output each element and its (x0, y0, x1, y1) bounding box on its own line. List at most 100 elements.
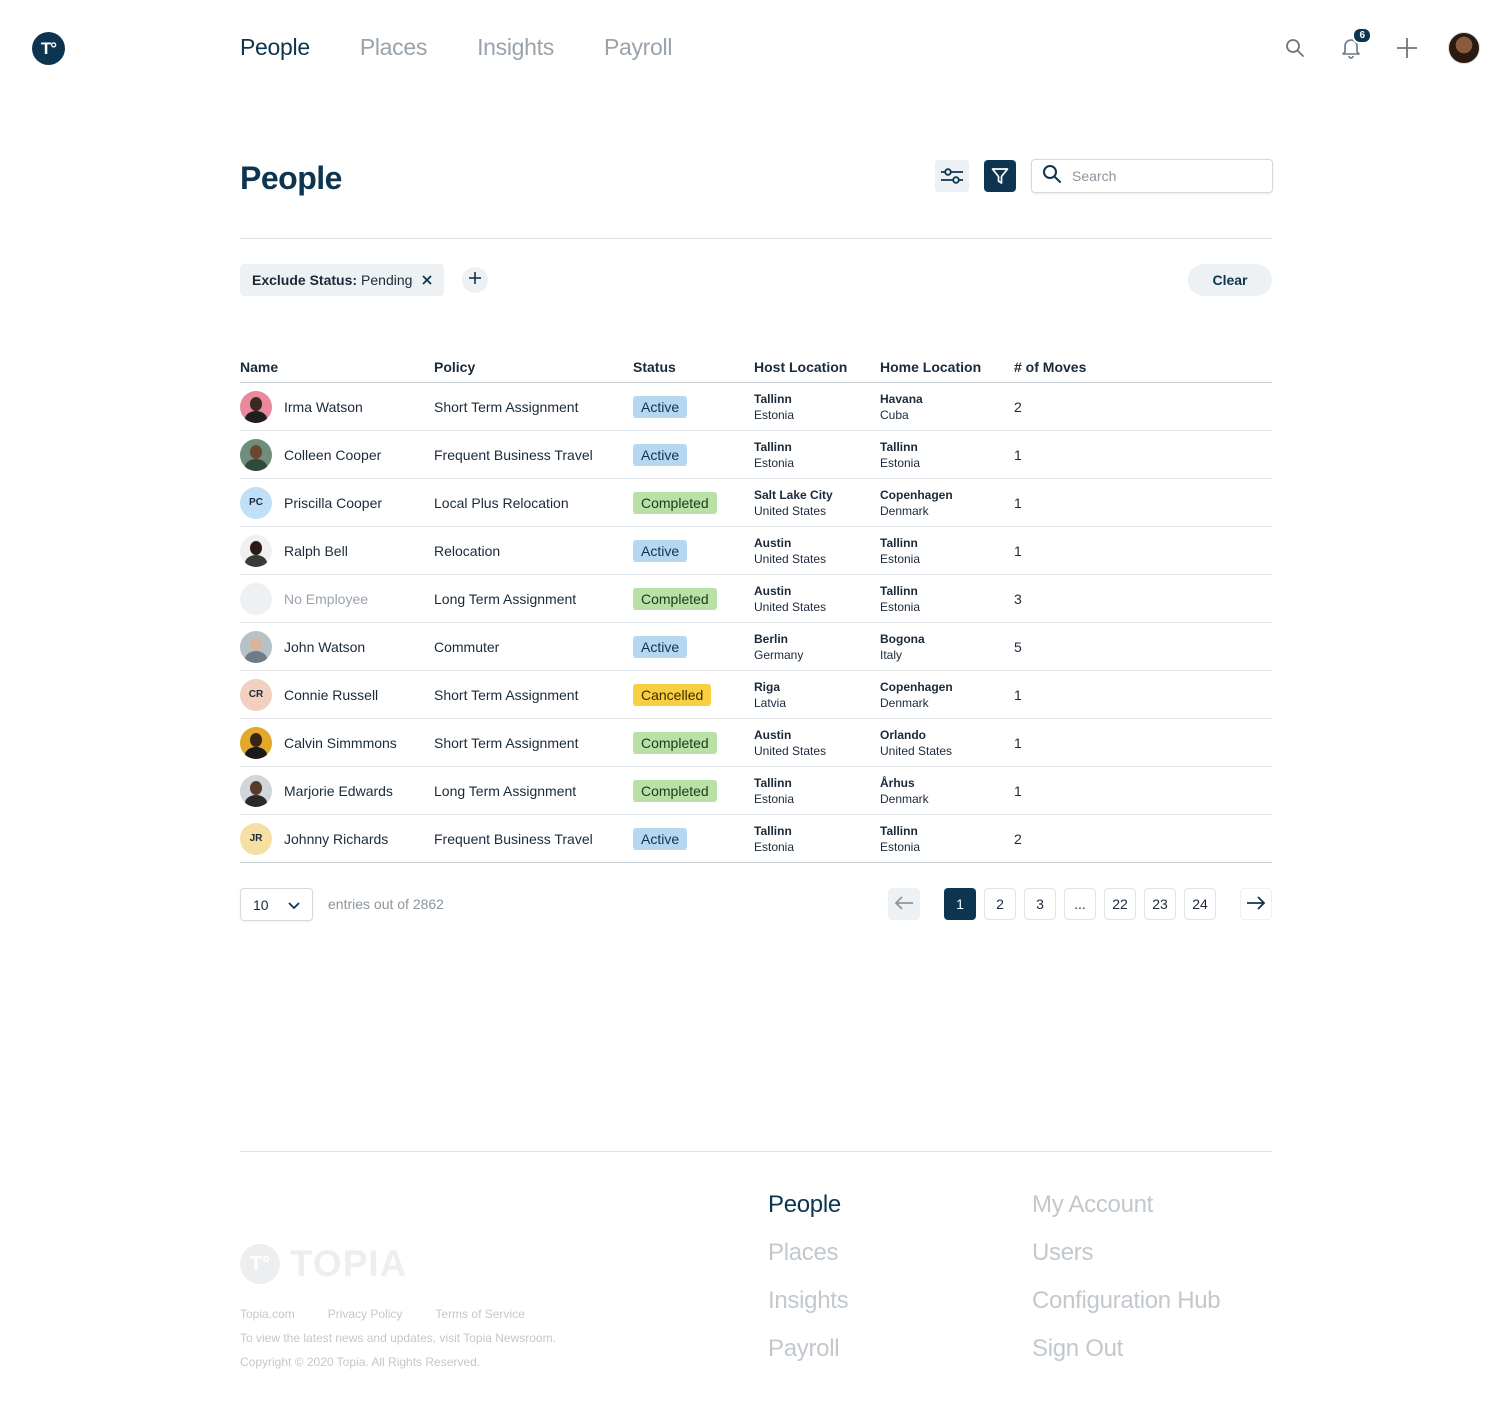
status-badge: Active (633, 395, 688, 418)
footer-link-topia[interactable]: Topia.com (240, 1307, 295, 1321)
chip-value: Pending (361, 272, 413, 288)
table-row[interactable]: CR Connie Russell Short Term Assignment … (240, 671, 1272, 719)
cell-name: Irma Watson (240, 390, 434, 423)
filter-chip[interactable]: Exclude Status: Pending (240, 264, 445, 296)
status-badge: Completed (633, 731, 717, 754)
status-badge: Active (633, 539, 688, 562)
table-row[interactable]: John Watson Commuter Active Berlin Germa… (240, 623, 1272, 671)
footer-link-privacy[interactable]: Privacy Policy (328, 1307, 403, 1321)
person-name[interactable]: John Watson (284, 639, 365, 655)
page-title: People (240, 160, 342, 196)
footer-nav-places[interactable]: Places (768, 1238, 848, 1268)
logo-icon[interactable]: T° (32, 32, 65, 65)
person-name[interactable]: Irma Watson (284, 399, 363, 415)
table-row[interactable]: Irma Watson Short Term Assignment Active… (240, 383, 1272, 431)
page-button[interactable]: 24 (1184, 888, 1216, 920)
home-city: Tallinn (880, 439, 918, 454)
table-row[interactable]: JR Johnny Richards Frequent Business Tra… (240, 815, 1272, 863)
cell-host-location: Tallinn Estonia (754, 439, 880, 471)
table-row[interactable]: PC Priscilla Cooper Local Plus Relocatio… (240, 479, 1272, 527)
page-button[interactable]: 23 (1144, 888, 1176, 920)
footer-nav-payroll[interactable]: Payroll (768, 1334, 848, 1364)
close-icon[interactable] (422, 275, 433, 285)
prev-page-button[interactable] (888, 888, 920, 920)
cell-home-location: Copenhagen Denmark (880, 487, 1014, 519)
host-country: United States (754, 551, 827, 566)
search-input[interactable] (1072, 168, 1252, 184)
per-page-select[interactable]: 10 (240, 888, 313, 921)
notification-badge: 6 (1352, 27, 1372, 44)
cell-moves: 1 (1014, 734, 1022, 751)
page-button[interactable]: 2 (984, 888, 1016, 920)
col-name[interactable]: Name (240, 359, 434, 375)
table-body: Irma Watson Short Term Assignment Active… (240, 383, 1272, 863)
people-table: Name Policy Status Host Location Home Lo… (240, 352, 1272, 863)
chevron-down-icon (288, 897, 300, 913)
cell-policy: Long Term Assignment (434, 782, 577, 799)
cell-policy: Frequent Business Travel (434, 446, 593, 463)
footer-nav-sign-out[interactable]: Sign Out (1032, 1334, 1220, 1364)
next-page-button[interactable] (1240, 888, 1272, 920)
nav-people[interactable]: People (240, 34, 310, 61)
home-country: Italy (880, 647, 903, 662)
table-row[interactable]: Calvin Simmmons Short Term Assignment Co… (240, 719, 1272, 767)
bell-icon[interactable]: 6 (1336, 27, 1372, 63)
sliders-icon[interactable] (935, 160, 969, 192)
cell-policy: Relocation (434, 542, 501, 559)
clear-button[interactable]: Clear (1188, 264, 1272, 296)
col-policy[interactable]: Policy (434, 359, 633, 375)
nav-payroll[interactable]: Payroll (604, 34, 673, 61)
person-name[interactable]: Calvin Simmmons (284, 735, 397, 751)
search-field[interactable] (1031, 159, 1273, 193)
col-moves[interactable]: # of Moves (1014, 359, 1134, 375)
cell-host-location: Austin United States (754, 535, 880, 567)
host-city: Austin (754, 535, 792, 550)
table-row[interactable]: No Employee Long Term Assignment Complet… (240, 575, 1272, 623)
nav-places[interactable]: Places (360, 34, 428, 61)
footer-link-terms[interactable]: Terms of Service (435, 1307, 524, 1321)
footer-nav-users[interactable]: Users (1032, 1238, 1220, 1268)
avatar (240, 582, 272, 615)
host-country: Germany (754, 647, 804, 662)
person-name[interactable]: Marjorie Edwards (284, 783, 393, 799)
table-row[interactable]: Marjorie Edwards Long Term Assignment Co… (240, 767, 1272, 815)
host-country: United States (754, 743, 827, 758)
host-country: United States (754, 503, 827, 518)
footer-nav-my-account[interactable]: My Account (1032, 1190, 1220, 1220)
footer-nav-configuration-hub[interactable]: Configuration Hub (1032, 1286, 1221, 1316)
cell-policy: Short Term Assignment (434, 686, 579, 703)
page-button[interactable]: 3 (1024, 888, 1056, 920)
page-button[interactable]: 22 (1104, 888, 1136, 920)
top-actions: 6 (1280, 27, 1480, 64)
page-button[interactable]: 1 (944, 888, 976, 920)
nav-insights[interactable]: Insights (477, 34, 554, 61)
cell-policy: Frequent Business Travel (434, 830, 593, 847)
footer-nav-people[interactable]: People (768, 1190, 848, 1220)
plus-icon[interactable] (1392, 33, 1422, 63)
table-row[interactable]: Colleen Cooper Frequent Business Travel … (240, 431, 1272, 479)
search-icon[interactable] (1280, 33, 1310, 63)
person-name[interactable]: Colleen Cooper (284, 447, 381, 463)
col-status[interactable]: Status (633, 359, 754, 375)
cell-status: Active (633, 827, 754, 850)
avatar (240, 438, 272, 471)
person-name[interactable]: Priscilla Cooper (284, 495, 382, 511)
filter-icon[interactable] (984, 160, 1016, 192)
avatar-initials: PC (249, 497, 263, 508)
person-name[interactable]: Connie Russell (284, 687, 378, 703)
col-host-location[interactable]: Host Location (754, 359, 880, 375)
cell-home-location: Bogona Italy (880, 631, 1014, 663)
add-filter-button[interactable] (462, 267, 488, 293)
person-name[interactable]: No Employee (284, 591, 368, 607)
col-home-location[interactable]: Home Location (880, 359, 1014, 375)
table-row[interactable]: Ralph Bell Relocation Active Austin Unit… (240, 527, 1272, 575)
person-name[interactable]: Johnny Richards (284, 831, 388, 847)
host-city: Austin (754, 583, 792, 598)
avatar[interactable] (1448, 32, 1480, 64)
cell-policy: Commuter (434, 638, 500, 655)
home-country: Estonia (880, 839, 921, 854)
per-page-value: 10 (253, 896, 269, 913)
footer-nav-insights[interactable]: Insights (768, 1286, 849, 1316)
person-name[interactable]: Ralph Bell (284, 543, 348, 559)
cell-moves: 1 (1014, 782, 1022, 799)
